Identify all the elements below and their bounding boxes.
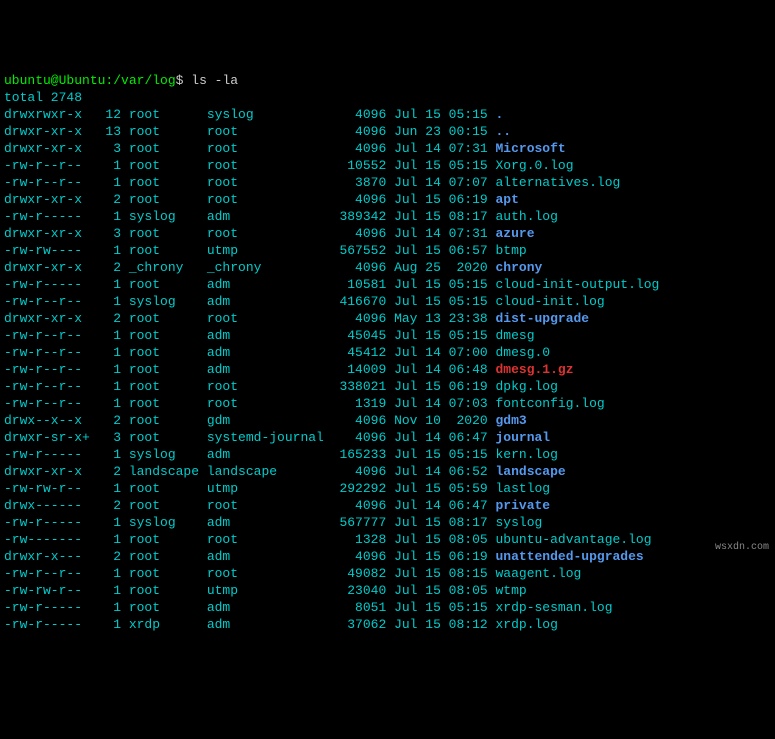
list-row: -rw-r----- 1 syslog adm 567777 Jul 15 08… [4,514,771,531]
file-name: dist-upgrade [495,311,589,326]
list-row: -rw-rw-r-- 1 root utmp 23040 Jul 15 08:0… [4,582,771,599]
list-row: drwxr-xr-x 2 _chrony _chrony 4096 Aug 25… [4,259,771,276]
file-name: btmp [495,243,526,258]
file-name: alternatives.log [495,175,620,190]
file-name: landscape [495,464,565,479]
list-row: -rw-r--r-- 1 root root 1319 Jul 14 07:03… [4,395,771,412]
list-row: drwxr-xr-x 13 root root 4096 Jun 23 00:1… [4,123,771,140]
file-name: ubuntu-advantage.log [495,532,651,547]
file-name: dpkg.log [495,379,557,394]
file-name: wtmp [495,583,526,598]
terminal[interactable]: ubuntu@Ubuntu:/var/log$ ls -la total 274… [4,72,771,633]
list-row: -rw-r----- 1 root adm 8051 Jul 15 05:15 … [4,599,771,616]
list-row: drwxr-x--- 2 root adm 4096 Jul 15 06:19 … [4,548,771,565]
file-name: . [495,107,503,122]
list-row: -rw-r--r-- 1 root root 49082 Jul 15 08:1… [4,565,771,582]
file-name: syslog [495,515,542,530]
list-row: -rw------- 1 root root 1328 Jul 15 08:05… [4,531,771,548]
list-row: -rw-r--r-- 1 syslog adm 416670 Jul 15 05… [4,293,771,310]
file-name: xrdp.log [495,617,557,632]
list-row: -rw-r--r-- 1 root adm 45045 Jul 15 05:15… [4,327,771,344]
list-row: drwxr-sr-x+ 3 root systemd-journal 4096 … [4,429,771,446]
list-row: -rw-r--r-- 1 root root 3870 Jul 14 07:07… [4,174,771,191]
list-row: -rw-r--r-- 1 root root 10552 Jul 15 05:1… [4,157,771,174]
prompt-dollar: $ [176,73,184,88]
file-name: lastlog [495,481,550,496]
file-name: dmesg.0 [495,345,550,360]
command-text: ls -la [191,73,238,88]
list-row: -rw-r----- 1 syslog adm 165233 Jul 15 05… [4,446,771,463]
prompt-user-host: ubuntu@Ubuntu [4,73,105,88]
prompt-path: /var/log [113,73,175,88]
file-listing: drwxrwxr-x 12 root syslog 4096 Jul 15 05… [4,106,771,633]
file-name: cloud-init-output.log [495,277,659,292]
file-name: Microsoft [495,141,565,156]
list-row: -rw-r--r-- 1 root adm 45412 Jul 14 07:00… [4,344,771,361]
list-row: drwx--x--x 2 root gdm 4096 Nov 10 2020 g… [4,412,771,429]
list-row: -rw-r----- 1 syslog adm 389342 Jul 15 08… [4,208,771,225]
file-name: Xorg.0.log [495,158,573,173]
list-row: drwx------ 2 root root 4096 Jul 14 06:47… [4,497,771,514]
list-row: drwxr-xr-x 2 root root 4096 Jul 15 06:19… [4,191,771,208]
file-name: cloud-init.log [495,294,604,309]
file-name: azure [495,226,534,241]
list-row: drwxrwxr-x 12 root syslog 4096 Jul 15 05… [4,106,771,123]
list-row: -rw-r--r-- 1 root adm 14009 Jul 14 06:48… [4,361,771,378]
file-name: private [495,498,550,513]
file-name: kern.log [495,447,557,462]
list-row: -rw-rw-r-- 1 root utmp 292292 Jul 15 05:… [4,480,771,497]
file-name: dmesg.1.gz [495,362,573,377]
file-name: chrony [495,260,542,275]
file-name: auth.log [495,209,557,224]
list-row: -rw-r----- 1 root adm 10581 Jul 15 05:15… [4,276,771,293]
file-name: dmesg [495,328,534,343]
list-row: -rw-rw---- 1 root utmp 567552 Jul 15 06:… [4,242,771,259]
file-name: gdm3 [495,413,526,428]
total-line: total 2748 [4,90,82,105]
list-row: drwxr-xr-x 2 root root 4096 May 13 23:38… [4,310,771,327]
file-name: apt [495,192,518,207]
file-name: xrdp-sesman.log [495,600,612,615]
file-name: .. [495,124,511,139]
list-row: -rw-r--r-- 1 root root 338021 Jul 15 06:… [4,378,771,395]
file-name: journal [495,430,550,445]
file-name: fontconfig.log [495,396,604,411]
file-name: waagent.log [495,566,581,581]
watermark: wsxdn.com [715,539,769,556]
list-row: drwxr-xr-x 3 root root 4096 Jul 14 07:31… [4,140,771,157]
list-row: -rw-r----- 1 xrdp adm 37062 Jul 15 08:12… [4,616,771,633]
list-row: drwxr-xr-x 3 root root 4096 Jul 14 07:31… [4,225,771,242]
list-row: drwxr-xr-x 2 landscape landscape 4096 Ju… [4,463,771,480]
